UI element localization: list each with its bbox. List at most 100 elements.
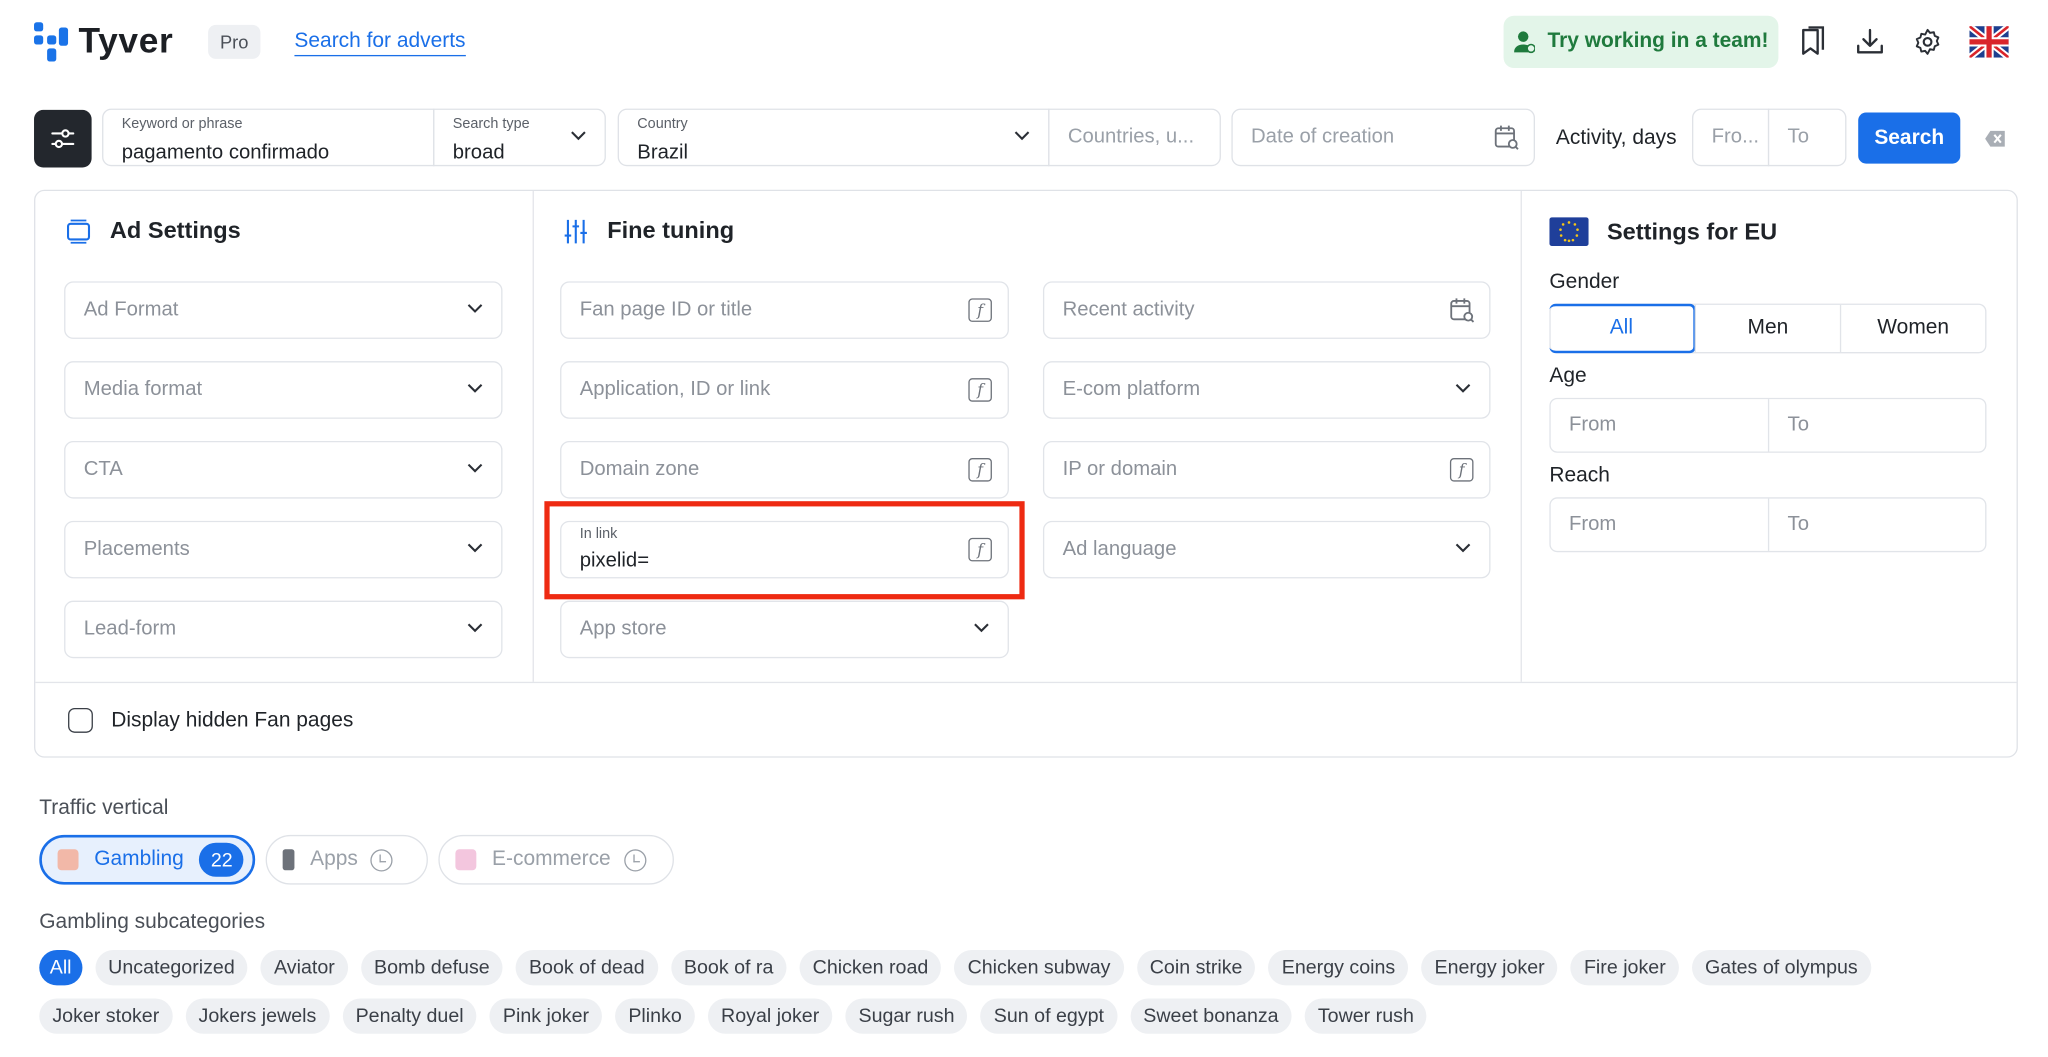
chevron-down-icon: [467, 304, 483, 313]
chevron-down-icon: [571, 131, 586, 141]
subcategory-tag[interactable]: Sun of egypt: [980, 998, 1118, 1034]
subcategory-tag[interactable]: Sugar rush: [845, 998, 968, 1034]
subcategory-tag-list: All Uncategorized Aviator Bomb defuse Book o…: [39, 950, 2002, 1034]
vertical-apps-chip[interactable]: Apps: [265, 834, 428, 885]
cta-select[interactable]: CTA: [64, 440, 503, 499]
age-label: Age: [1549, 365, 1587, 388]
subcategory-tag[interactable]: Chicken road: [799, 950, 942, 986]
user-icon: [1513, 31, 1535, 54]
subcategory-tag[interactable]: Fire joker: [1570, 950, 1679, 986]
subcategory-tag[interactable]: Joker stoker: [39, 998, 173, 1034]
countries-input[interactable]: Countries, u...: [1048, 108, 1221, 167]
hidden-fanpages-checkbox[interactable]: [68, 707, 93, 733]
gender-men-option[interactable]: Men: [1694, 304, 1840, 353]
country-label: Country: [637, 116, 688, 133]
function-icon[interactable]: f: [968, 458, 992, 482]
search-type-value: broad: [452, 141, 505, 164]
subcategory-tag[interactable]: Book of ra: [670, 950, 787, 986]
filters-toggle-button[interactable]: [34, 109, 92, 168]
vertical-ecommerce-chip[interactable]: E-commerce: [438, 834, 674, 885]
vertical-gambling-chip[interactable]: Gambling 22: [39, 834, 256, 885]
reach-label: Reach: [1549, 464, 1610, 487]
clock-icon: [623, 848, 647, 871]
lead-form-select[interactable]: Lead-form: [64, 600, 503, 659]
eu-settings-title: Settings for EU: [1549, 217, 1778, 247]
gambling-count-badge: 22: [199, 842, 245, 877]
subcategory-tag[interactable]: Royal joker: [707, 998, 833, 1034]
reach-from-input[interactable]: From: [1551, 499, 1768, 551]
gender-all-option[interactable]: All: [1549, 303, 1696, 354]
hidden-fanpages-label: Display hidden Fan pages: [111, 709, 354, 732]
subcategory-tag[interactable]: Aviator: [260, 950, 348, 986]
search-adverts-link[interactable]: Search for adverts: [294, 30, 466, 57]
activity-days-label: Activity, days: [1555, 126, 1677, 150]
function-icon[interactable]: f: [1449, 458, 1474, 482]
date-of-creation-input[interactable]: Date of creation: [1231, 108, 1535, 167]
traffic-vertical-label: Traffic vertical: [39, 796, 169, 820]
ad-language-select[interactable]: Ad language: [1042, 520, 1491, 579]
eu-settings-label: Settings for EU: [1606, 217, 1778, 245]
subcategory-tag[interactable]: Book of dead: [515, 950, 658, 986]
date-placeholder: Date of creation: [1251, 125, 1395, 148]
subcategory-tag[interactable]: Energy coins: [1268, 950, 1409, 986]
uk-flag-icon[interactable]: [1968, 25, 2010, 59]
function-icon[interactable]: f: [968, 298, 992, 322]
activity-from-input[interactable]: Fro...: [1692, 108, 1770, 167]
subcategory-tag[interactable]: All: [39, 950, 83, 986]
ad-settings-title: Ad Settings: [65, 217, 241, 244]
domain-zone-input[interactable]: Domain zone f: [560, 440, 1009, 499]
ip-domain-input[interactable]: IP or domain f: [1042, 440, 1491, 499]
search-button[interactable]: Search: [1858, 112, 1961, 164]
ecom-platform-select[interactable]: E-com platform: [1042, 361, 1491, 419]
in-link-highlight-box: [544, 501, 1025, 600]
media-format-placeholder: Media format: [83, 378, 203, 401]
subcategory-tag[interactable]: Pink joker: [489, 998, 603, 1034]
age-from-input[interactable]: From: [1551, 399, 1768, 451]
activity-to-placeholder: To: [1787, 125, 1809, 148]
app-store-select[interactable]: App store: [560, 600, 1009, 659]
subcategory-tag[interactable]: Sweet bonanza: [1130, 998, 1292, 1034]
reach-to-input[interactable]: To: [1769, 499, 1986, 551]
subcategory-tag[interactable]: Plinko: [615, 998, 695, 1034]
countries-placeholder: Countries, u...: [1067, 125, 1195, 148]
clear-icon[interactable]: [1984, 127, 2008, 151]
keyword-value: pagamento confirmado: [121, 141, 330, 164]
fan-page-input[interactable]: Fan page ID or title f: [560, 281, 1009, 339]
activity-from-placeholder: Fro...: [1711, 125, 1759, 148]
gambling-subcategories-label: Gambling subcategories: [39, 910, 266, 934]
subcategory-tag[interactable]: Gates of olympus: [1691, 950, 1871, 986]
country-select[interactable]: Country Brazil: [617, 108, 1050, 167]
settings-icon[interactable]: [1911, 25, 1945, 59]
subcategory-tag[interactable]: Chicken subway: [954, 950, 1124, 986]
subcategory-tag[interactable]: Penalty duel: [342, 998, 477, 1034]
slot-machine-icon: [57, 849, 79, 871]
function-icon[interactable]: f: [968, 378, 992, 402]
ad-format-select[interactable]: Ad Format: [64, 281, 503, 339]
age-to-input[interactable]: To: [1769, 399, 1986, 451]
recent-activity-input[interactable]: Recent activity: [1042, 281, 1491, 339]
subcategory-tag[interactable]: Bomb defuse: [360, 950, 503, 986]
subcategory-tag[interactable]: Jokers jewels: [185, 998, 330, 1034]
gender-segmented-control: All Men Women: [1549, 303, 1987, 354]
clock-icon: [370, 848, 394, 871]
bookmarks-icon[interactable]: [1795, 25, 1829, 59]
chevron-down-icon: [467, 623, 483, 633]
chevron-down-icon: [467, 463, 483, 473]
application-input[interactable]: Application, ID or link f: [560, 361, 1009, 419]
subcategory-tag[interactable]: Energy joker: [1421, 950, 1558, 986]
gender-women-option[interactable]: Women: [1839, 304, 1985, 353]
try-team-button[interactable]: Try working in a team!: [1503, 15, 1779, 69]
subcategory-tag[interactable]: Uncategorized: [95, 950, 248, 986]
subcategory-tag[interactable]: Tower rush: [1304, 998, 1427, 1034]
activity-to-input[interactable]: To: [1767, 108, 1847, 167]
keyword-input[interactable]: Keyword or phrase pagamento confirmado: [102, 108, 435, 167]
tyver-logo-icon: [34, 21, 69, 61]
calendar-search-icon: [1494, 125, 1519, 150]
placements-select[interactable]: Placements: [64, 520, 503, 579]
search-type-select[interactable]: Search type broad: [433, 108, 606, 167]
download-icon[interactable]: [1853, 25, 1887, 59]
chevron-down-icon: [467, 543, 483, 553]
brand-logo[interactable]: Tyver: [34, 21, 173, 62]
subcategory-tag[interactable]: Coin strike: [1136, 950, 1256, 986]
media-format-select[interactable]: Media format: [64, 361, 503, 419]
